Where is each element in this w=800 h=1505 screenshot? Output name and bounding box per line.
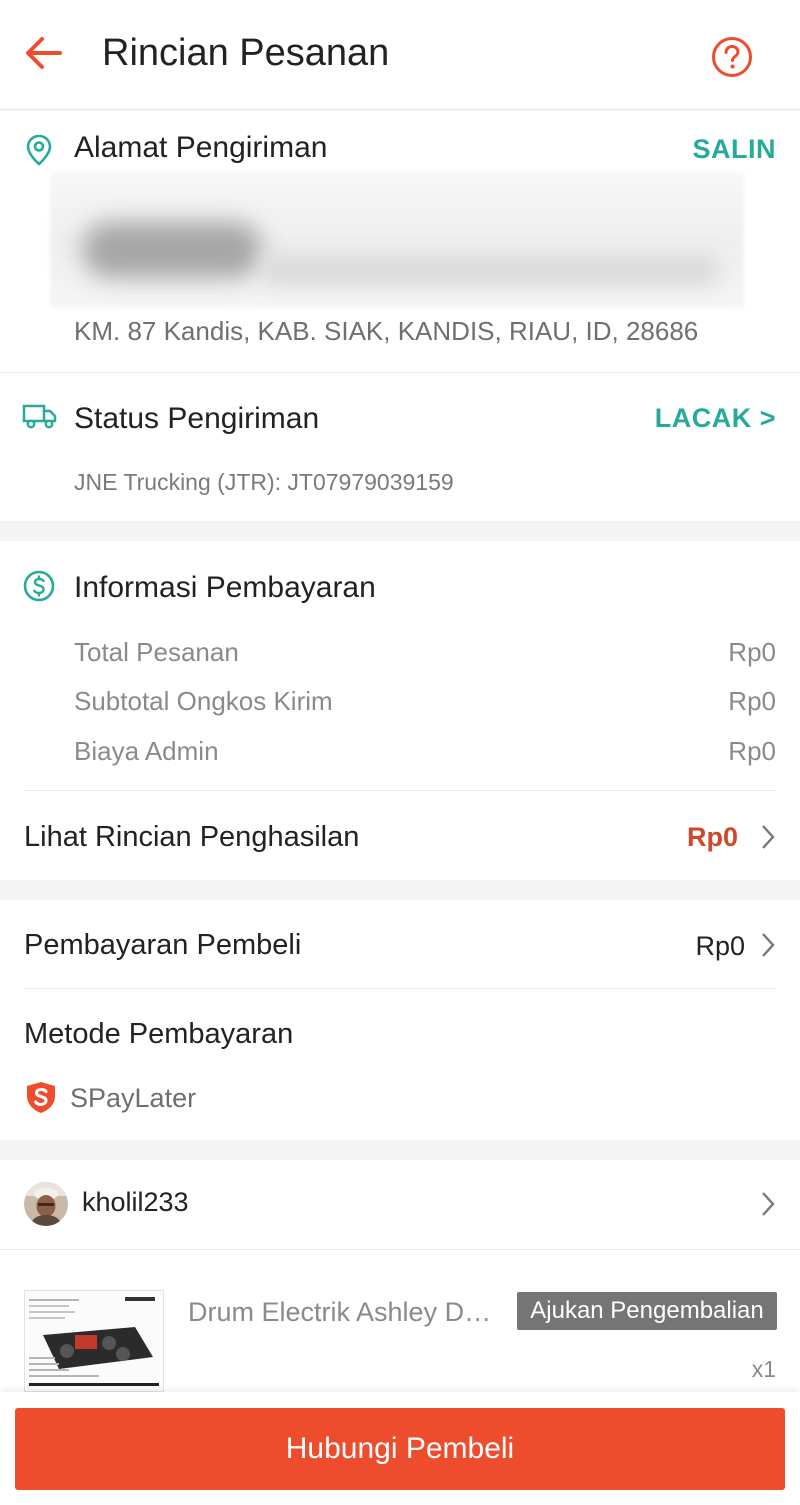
- question-circle-icon: [712, 37, 752, 77]
- payment-method-name: SPayLater: [70, 1083, 197, 1113]
- buyer-payment-section: Pembayaran Pembeli Rp0 Metode Pembayaran…: [0, 900, 800, 1140]
- product-quantity: x1: [751, 1356, 776, 1382]
- chevron-right-icon: [762, 933, 775, 957]
- chevron-right-icon: [762, 1192, 775, 1216]
- bottom-action-bar: Hubungi Pembeli: [0, 1392, 800, 1505]
- admin-fee-value: Rp0: [728, 736, 776, 766]
- truck-icon: [22, 404, 57, 429]
- payment-method-title: Metode Pembayaran: [24, 1018, 294, 1050]
- product-name[interactable]: Drum Electrik Ashley DM...: [188, 1297, 508, 1328]
- section-gap: [0, 1140, 800, 1160]
- location-pin-icon: [26, 134, 52, 166]
- help-button[interactable]: [710, 35, 754, 79]
- arrow-left-icon: [26, 37, 62, 69]
- section-gap: [0, 521, 800, 541]
- buyer-username[interactable]: kholil233: [82, 1187, 189, 1218]
- copy-address-button[interactable]: SALIN: [693, 134, 777, 165]
- income-details-label: Lihat Rincian Penghasilan: [24, 821, 360, 853]
- address-line: KM. 87 Kandis, KAB. SIAK, KANDIS, RIAU, …: [74, 316, 699, 346]
- avatar: [24, 1182, 68, 1226]
- spaylater-logo-icon: [27, 1082, 55, 1113]
- payment-info-section: Informasi Pembayaran Total Pesanan Rp0 S…: [0, 541, 800, 880]
- shipping-section: Status Pengiriman LACAK > JNE Trucking (…: [0, 373, 800, 521]
- app-header: Rincian Pesanan: [0, 0, 800, 110]
- buyer-avatar-image: [24, 1182, 68, 1226]
- buyer-payment-value: Rp0: [695, 931, 745, 961]
- row-divider: [24, 988, 776, 989]
- admin-fee-label: Biaya Admin: [74, 736, 219, 766]
- address-title: Alamat Pengiriman: [74, 131, 328, 164]
- tracking-number: JNE Trucking (JTR): JT07979039159: [74, 469, 454, 495]
- row-divider: [0, 1249, 800, 1250]
- redacted-recipient-name: [82, 222, 262, 278]
- dollar-circle-icon: [23, 570, 55, 602]
- section-gap: [0, 880, 800, 900]
- chevron-right-icon: [762, 825, 775, 849]
- product-image: [25, 1291, 163, 1391]
- page-title: Rincian Pesanan: [102, 32, 390, 74]
- total-order-value: Rp0: [728, 637, 776, 667]
- buyer-payment-row[interactable]: Pembayaran Pembeli Rp0: [0, 900, 800, 988]
- request-return-button[interactable]: Ajukan Pengembalian: [517, 1292, 777, 1330]
- product-thumbnail[interactable]: [24, 1290, 164, 1392]
- contact-buyer-button[interactable]: Hubungi Pembeli: [15, 1408, 785, 1490]
- income-details-row[interactable]: Lihat Rincian Penghasilan Rp0: [0, 791, 800, 880]
- income-value: Rp0: [686, 822, 738, 852]
- total-order-label: Total Pesanan: [74, 637, 239, 667]
- track-button[interactable]: LACAK >: [655, 403, 776, 434]
- payment-info-title: Informasi Pembayaran: [74, 571, 376, 604]
- back-button[interactable]: [22, 33, 66, 73]
- redacted-street: [260, 255, 720, 285]
- buyer-payment-label: Pembayaran Pembeli: [24, 929, 302, 961]
- shipping-subtotal-value: Rp0: [728, 686, 776, 716]
- shipping-subtotal-label: Subtotal Ongkos Kirim: [74, 686, 333, 716]
- shipping-title: Status Pengiriman: [74, 402, 320, 435]
